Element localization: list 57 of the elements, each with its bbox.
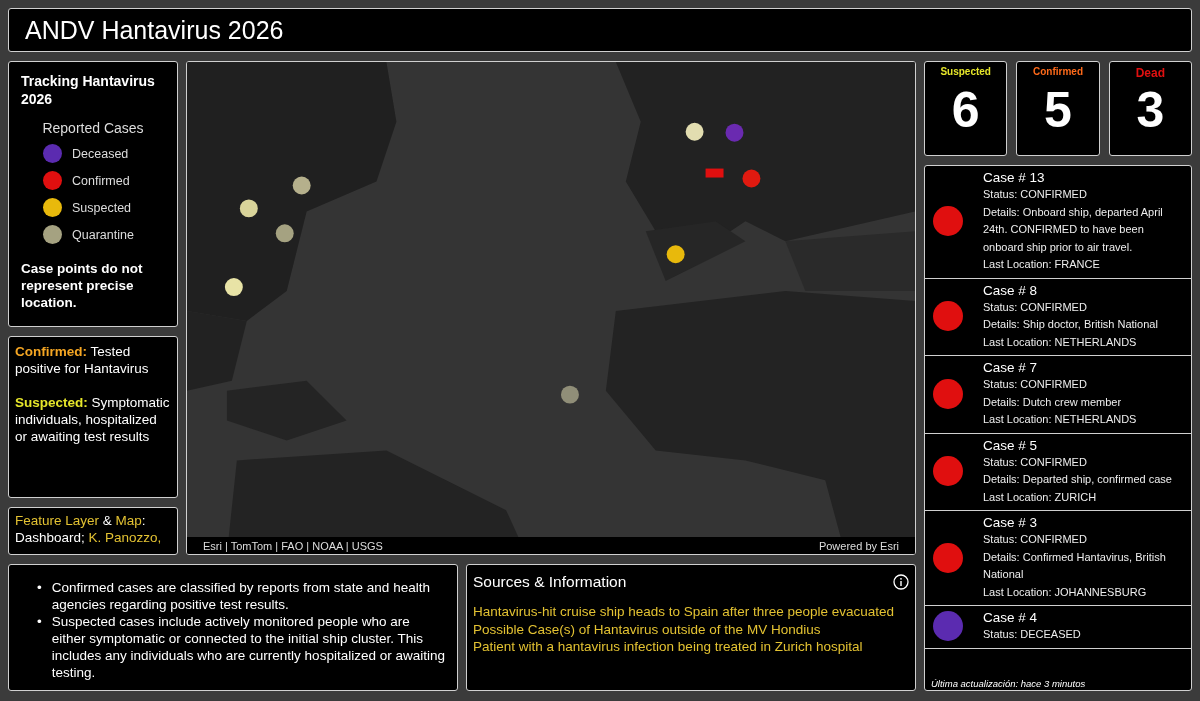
credits-text: Feature Layer & Map: Dashboard; K. Panozzo, bbox=[15, 512, 163, 546]
note-text: Confirmed cases are classified by reports from state and health agencies regarding positive test results. bbox=[51, 579, 431, 613]
case-detail: Status: CONFIRMED bbox=[983, 299, 1088, 315]
case-title: Case # 5 bbox=[983, 436, 1039, 454]
sources-title: Sources & Information bbox=[473, 573, 627, 591]
last-update-text: Última actualización: hace 3 minutos bbox=[931, 678, 1086, 689]
case-detail: Last Location: JOHANNESBURG bbox=[983, 584, 1148, 600]
note-text: Suspected cases include actively monitored people who are either symptomatic or connected to the initial ship cluster. This includes any individuals who are currently hospitalized or awaiting testing. bbox=[51, 613, 446, 681]
legend-label: Suspected bbox=[72, 200, 132, 215]
legend-title: Tracking Hantavirus 2026 bbox=[21, 72, 156, 108]
case-detail: Details: Ship doctor, British National bbox=[983, 317, 1158, 332]
case-detail: Status: DECEASED bbox=[983, 627, 1081, 642]
definition-text: Confirmed: Tested positive for Hantavirus bbox=[15, 343, 150, 377]
case-item[interactable]: Case # 3 Status: CONFIRMED Details: Confirmed Hantavirus, British National Last Location: JOHANNESBURG bbox=[925, 511, 1191, 606]
case-item[interactable]: Case # 8 Status: CONFIRMED Details: Ship doctor, British National Last Location: NETHERLANDS bbox=[925, 278, 1191, 356]
case-item[interactable]: Case # 4 Status: DECEASED bbox=[925, 606, 1191, 649]
case-item[interactable]: Case # 5 Status: CONFIRMED Details: Departed ship, confirmed case Last Location: ZURICH bbox=[925, 433, 1191, 511]
source-link[interactable]: Patient with a hantavirus infection being treated in Zurich hospital bbox=[473, 638, 909, 656]
counter-label: Confirmed bbox=[1033, 66, 1083, 79]
case-detail: Details: Dutch crew member bbox=[983, 394, 1123, 410]
case-title: Case # 13 bbox=[983, 169, 1046, 186]
case-detail: Status: CONFIRMED bbox=[983, 187, 1088, 202]
bullet-mark: • bbox=[37, 613, 42, 631]
case-detail: Details: Onboard ship, departed April 24th. CONFIRMED to have been onboard ship prior to air travel. bbox=[983, 204, 1164, 255]
case-title: Case # 7 bbox=[983, 359, 1039, 376]
location-note: Case points do not represent precise location. bbox=[21, 260, 144, 311]
legend-label: Confirmed bbox=[72, 173, 130, 188]
map-attribution: Esri | TomTom | FAO | NOAA | USGS bbox=[203, 539, 383, 552]
definition-text: Suspected: Symptomatic individuals, hospitalized or awaiting test results bbox=[15, 394, 171, 445]
counter-value: 6 bbox=[951, 81, 980, 140]
case-detail: Last Location: NETHERLANDS bbox=[983, 412, 1137, 427]
counter-label: Suspected bbox=[940, 66, 991, 79]
case-detail: Last Location: FRANCE bbox=[983, 257, 1101, 272]
legend-label: Deceased bbox=[72, 146, 129, 161]
case-title: Case # 3 bbox=[983, 514, 1039, 531]
counter-value: 3 bbox=[1136, 81, 1165, 140]
case-detail: Status: CONFIRMED bbox=[983, 532, 1088, 547]
dashboard-title: ANDV Hantavirus 2026 bbox=[25, 15, 284, 45]
legend-label: Quarantine bbox=[72, 227, 134, 242]
case-title: Case # 4 bbox=[983, 609, 1039, 626]
case-detail: Details: Confirmed Hantavirus, British National bbox=[983, 549, 1167, 582]
source-link[interactable]: Hantavirus-hit cruise ship heads to Spain after three people evacuated bbox=[473, 603, 909, 621]
case-item[interactable]: Case # 7 Status: CONFIRMED Details: Dutch crew member Last Location: NETHERLANDS bbox=[925, 356, 1191, 434]
powered-by-text: Powered by Esri bbox=[818, 539, 899, 552]
counter-label: Dead bbox=[1135, 66, 1165, 80]
bullet-mark: • bbox=[37, 579, 42, 597]
counter-value: 5 bbox=[1044, 81, 1072, 140]
info-icon[interactable] bbox=[893, 574, 909, 590]
legend-subtitle: Reported Cases bbox=[41, 120, 145, 136]
case-detail: Status: CONFIRMED bbox=[983, 454, 1088, 470]
case-detail: Details: Departed ship, confirmed case bbox=[983, 472, 1172, 487]
case-title: Case # 8 bbox=[983, 281, 1039, 299]
source-link[interactable]: Possible Case(s) of Hantavirus outside of the MV Hondius bbox=[473, 620, 909, 638]
case-detail: Last Location: ZURICH bbox=[983, 489, 1098, 505]
case-item[interactable]: Case # 13 Status: CONFIRMED Details: Onboard ship, departed April 24th. CONFIRMED to have been onboard ship prior to air travel. Last Location: FRANCE bbox=[925, 166, 1191, 279]
case-detail: Last Location: NETHERLANDS bbox=[983, 334, 1138, 350]
case-detail: Status: CONFIRMED bbox=[983, 377, 1088, 392]
